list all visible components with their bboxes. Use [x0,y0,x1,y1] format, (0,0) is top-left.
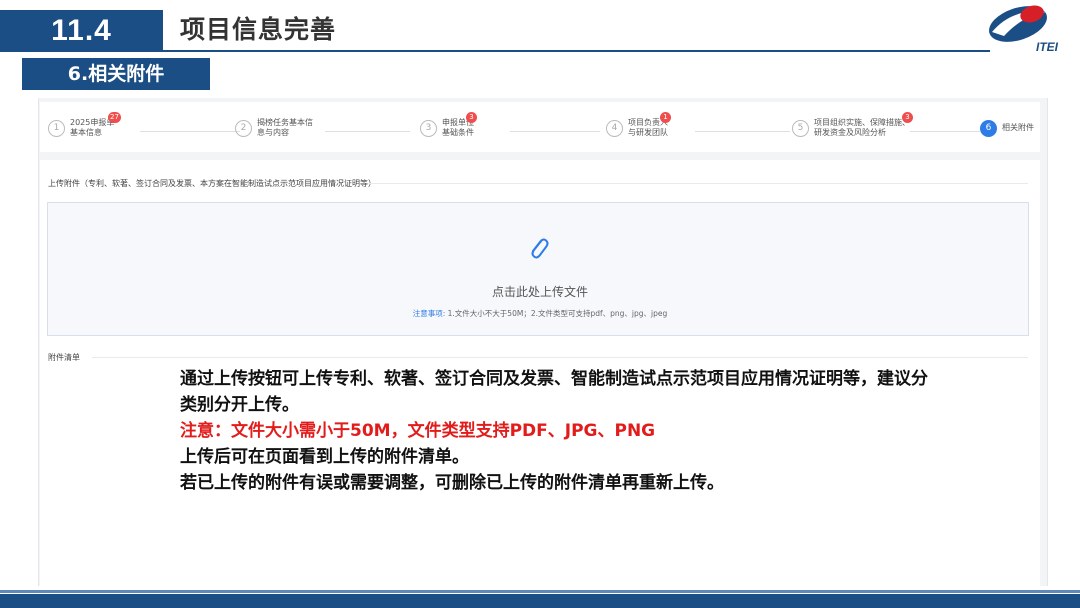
step-3[interactable]: 3 申报单位 基础条件 3 [420,112,512,140]
step-number: 2 [235,120,252,137]
error-count-badge: 3 [466,112,477,123]
upload-note-label: 注意事项: [412,309,446,318]
step-label: 揭榜任务基本信 息与内容 [257,118,313,137]
step-progress-bar: 1 2025申报单 基本信息 27 2 揭榜任务基本信 息与内容 3 申报单位 … [40,102,1040,152]
upload-note-text: 1.文件大小不大于50M；2.文件类型可支持pdf、png、jpg、jpeg [447,309,668,318]
logo-text: ITEI [1036,40,1059,54]
step-number: 5 [792,120,809,137]
error-count-badge: 3 [902,112,913,123]
step-connector [510,131,600,132]
footer-accent [0,590,1080,593]
footer-bar [0,594,1080,608]
step-label: 2025申报单 基本信息 [70,118,115,137]
upload-note: 注意事项: 1.文件大小不大于50M；2.文件类型可支持pdf、png、jpg、… [300,308,780,319]
annotation-line: 若已上传的附件有误或需要调整，可删除已上传的附件清单再重新上传。 [180,473,724,493]
step-2[interactable]: 2 揭榜任务基本信 息与内容 [235,114,327,140]
annotation-warning: 注意：文件大小需小于50M，文件类型支持PDF、JPG、PNG [180,421,656,441]
step-6[interactable]: 6 相关附件 [980,114,1052,140]
upload-section-divider [368,183,1028,184]
step-connector [325,131,410,132]
step-label: 相关附件 [1002,123,1034,132]
step-1[interactable]: 1 2025申报单 基本信息 27 [48,112,140,140]
step-connector [140,131,240,132]
step-number: 4 [606,120,623,137]
slide-number: 11.4 [0,10,163,52]
attachment-list-divider [92,357,1028,358]
annotation-line: 通过上传按钮可上传专利、软著、签订合同及发票、智能制造试点示范项目应用情况证明等… [180,369,928,415]
upload-prompt[interactable]: 点击此处上传文件 [440,283,640,300]
attachment-list-label: 附件清单 [48,353,80,362]
step-number: 3 [420,120,437,137]
section-tag: 6.相关附件 [22,58,210,90]
upload-section-label: 上传附件（专利、软著、签订合同及发票、本方案在智能制造试点示范项目应用情况证明等… [48,179,376,188]
step-label: 申报单位 基础条件 [442,118,474,137]
step-4[interactable]: 4 项目负责人 与研发团队 1 [606,112,698,140]
itei-logo: ITEI [989,5,1059,54]
annotation-line: 上传后可在页面看到上传的附件清单。 [180,447,469,467]
slide-title: 项目信息完善 [180,15,337,44]
step-number: 1 [48,120,65,137]
step-number: 6 [980,120,997,137]
header-divider [0,50,990,52]
error-count-badge: 1 [660,112,671,123]
step-5[interactable]: 5 项目组织实施、保障措施、 研发资金及风险分析 3 [792,112,924,140]
paperclip-icon [531,238,549,259]
annotation-text: 通过上传按钮可上传专利、软著、签订合同及发票、智能制造试点示范项目应用情况证明等… [180,366,940,496]
error-count-badge: 27 [108,112,121,123]
step-connector [695,131,790,132]
